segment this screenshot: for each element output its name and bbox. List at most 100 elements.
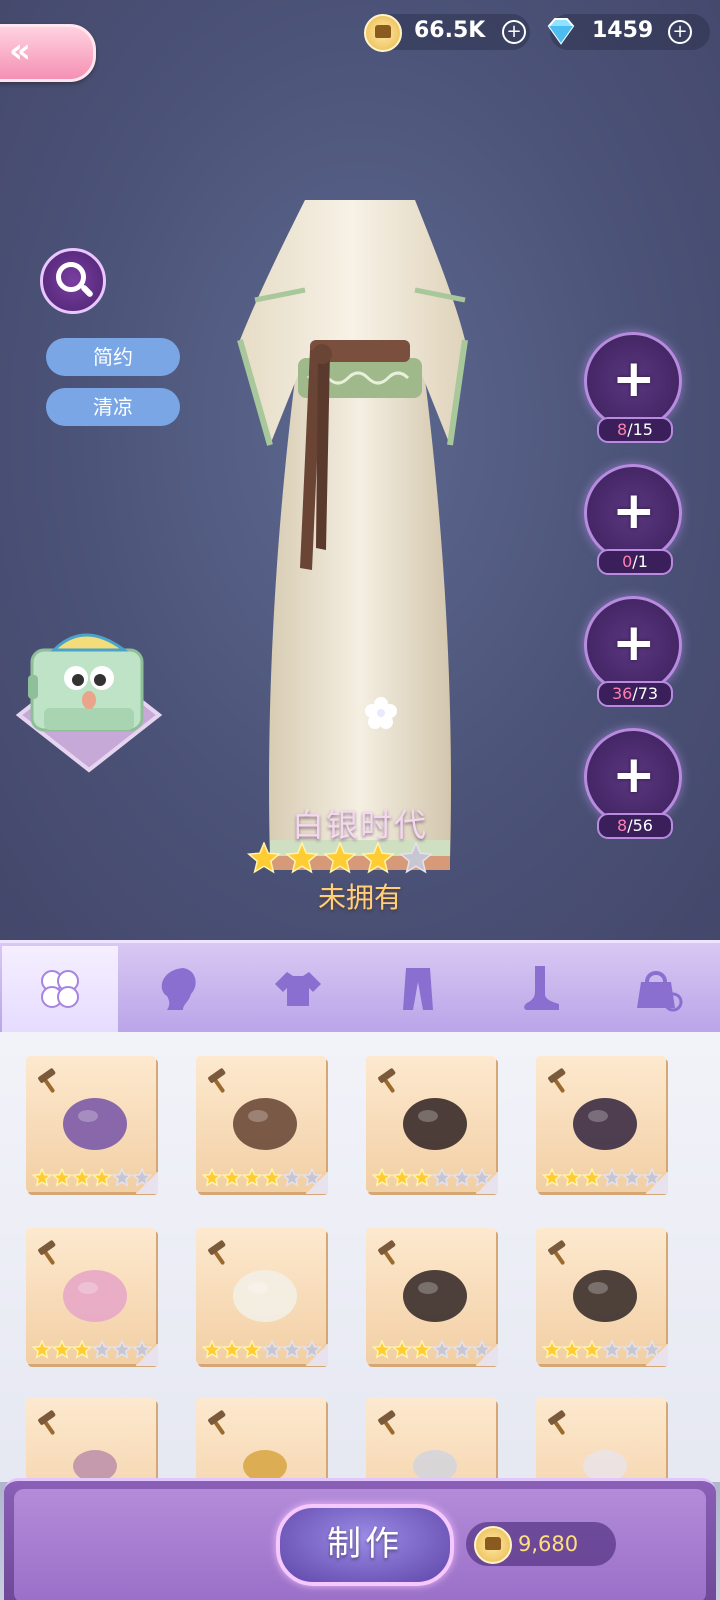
- star-empty-icon: [91, 1340, 113, 1359]
- tab-top[interactable]: [240, 946, 356, 1032]
- recipe-rating: [542, 1168, 662, 1187]
- material-count: 8/56: [597, 813, 673, 839]
- star-filled-icon: [32, 1340, 53, 1359]
- star-filled-icon: [372, 1168, 393, 1187]
- material-slot-4[interactable]: + 8/56: [584, 728, 682, 839]
- star-empty-icon: [471, 1168, 492, 1187]
- star-empty-icon: [431, 1168, 453, 1187]
- bag-icon: [637, 971, 683, 1012]
- star-empty-icon: [131, 1168, 152, 1187]
- style-tag-cool[interactable]: 清凉: [46, 388, 180, 426]
- star-empty-icon: [641, 1168, 662, 1187]
- star-filled-icon: [542, 1168, 563, 1187]
- recipe-card[interactable]: [530, 1056, 670, 1198]
- recipe-rating: [372, 1340, 492, 1359]
- material-slot-3[interactable]: + 36/73: [584, 596, 682, 707]
- dark-gloves-icon: [573, 1270, 637, 1322]
- purple-heels-icon: [573, 1098, 637, 1150]
- star-filled-icon: [391, 1340, 413, 1359]
- recipe-rating: [32, 1340, 152, 1359]
- black-heels-icon: [403, 1098, 467, 1150]
- tab-accessories[interactable]: [600, 946, 716, 1032]
- star-empty-icon: [621, 1340, 643, 1359]
- star-empty-icon: [111, 1340, 133, 1359]
- recipe-card[interactable]: [360, 1228, 500, 1370]
- double-chevron-left-icon: «: [9, 31, 31, 71]
- star-filled-icon: [51, 1340, 73, 1359]
- star-filled-icon: [91, 1168, 113, 1187]
- star-empty-icon: [301, 1340, 322, 1359]
- plus-icon: +: [612, 349, 656, 409]
- star-filled-icon: [561, 1340, 583, 1359]
- white-gloves-icon: [233, 1270, 297, 1322]
- recipe-rating: [372, 1168, 492, 1187]
- star-filled-icon: [561, 1168, 583, 1187]
- star-filled-icon: [542, 1340, 563, 1359]
- foot-icon: [524, 966, 559, 1010]
- star-filled-icon: [322, 842, 358, 874]
- pink-heels-icon: [63, 1270, 127, 1322]
- star-filled-icon: [241, 1340, 263, 1359]
- material-count: 0/1: [597, 549, 673, 575]
- style-tag-simple[interactable]: 简约: [46, 338, 180, 376]
- recipe-card[interactable]: [360, 1056, 500, 1198]
- material-count: 36/73: [597, 681, 673, 707]
- star-empty-icon: [601, 1340, 623, 1359]
- gold-amount: 66.5K: [414, 18, 486, 43]
- diamond-icon: [547, 18, 575, 45]
- material-slot-2[interactable]: + 0/1: [584, 464, 682, 575]
- recipe-card[interactable]: [20, 1228, 160, 1370]
- clover-icon: [41, 970, 79, 1008]
- diamond-amount: 1459: [592, 18, 654, 43]
- ownership-status: 未拥有: [317, 881, 402, 914]
- hair-icon: [161, 968, 196, 1010]
- star-filled-icon: [32, 1168, 53, 1187]
- star-empty-icon: [641, 1340, 662, 1359]
- tab-hair[interactable]: [120, 946, 236, 1032]
- material-count: 8/15: [597, 417, 673, 443]
- star-filled-icon: [411, 1340, 433, 1359]
- recipe-card[interactable]: [190, 1228, 330, 1370]
- search-icon[interactable]: [40, 248, 106, 314]
- star-empty-icon: [601, 1168, 623, 1187]
- star-empty-icon: [281, 1168, 303, 1187]
- star-empty-icon: [111, 1168, 133, 1187]
- pants-icon: [403, 968, 433, 1010]
- recipe-card[interactable]: [20, 1056, 160, 1198]
- plus-icon: +: [612, 745, 656, 805]
- craft-button[interactable]: 制作: [276, 1504, 454, 1586]
- tab-shoes[interactable]: [480, 946, 596, 1032]
- star-filled-icon: [202, 1168, 223, 1187]
- star-empty-icon: [131, 1340, 152, 1359]
- back-button[interactable]: «: [0, 24, 96, 82]
- purple-top-icon: [63, 1098, 127, 1150]
- add-diamond-button[interactable]: +: [668, 20, 692, 44]
- star-filled-icon: [246, 842, 282, 874]
- star-empty-icon: [451, 1168, 473, 1187]
- star-empty-icon: [398, 842, 434, 874]
- star-filled-icon: [391, 1168, 413, 1187]
- sewing-machine-icon[interactable]: [14, 620, 164, 780]
- star-empty-icon: [301, 1168, 322, 1187]
- star-empty-icon: [431, 1340, 453, 1359]
- material-slot-1[interactable]: + 8/15: [584, 332, 682, 443]
- recipe-card[interactable]: [190, 1056, 330, 1198]
- star-empty-icon: [621, 1168, 643, 1187]
- star-filled-icon: [71, 1168, 93, 1187]
- recipe-grid: [0, 1032, 720, 1536]
- star-filled-icon: [581, 1340, 603, 1359]
- craft-cost-amount: 9,680: [518, 1532, 579, 1556]
- tab-all[interactable]: [2, 946, 118, 1035]
- gold-currency: 66.5K +: [364, 14, 530, 52]
- star-empty-icon: [451, 1340, 473, 1359]
- star-empty-icon: [261, 1340, 283, 1359]
- recipe-rating: [202, 1340, 322, 1359]
- tab-pants[interactable]: [360, 946, 476, 1032]
- recipe-rating: [542, 1340, 662, 1359]
- star-filled-icon: [261, 1168, 283, 1187]
- lace-glove-icon: [403, 1270, 467, 1322]
- recipe-card[interactable]: [530, 1228, 670, 1370]
- plus-icon: +: [612, 613, 656, 673]
- star-filled-icon: [372, 1340, 393, 1359]
- add-gold-button[interactable]: +: [502, 20, 526, 44]
